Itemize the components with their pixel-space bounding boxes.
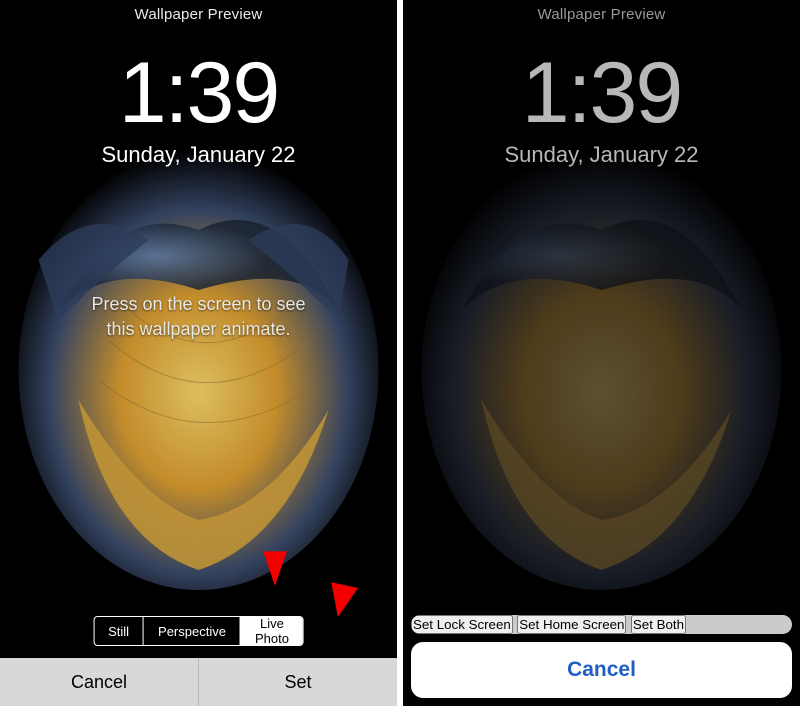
action-sheet-cancel-button[interactable]: Cancel	[411, 642, 792, 698]
segment-live-photo[interactable]: Live Photo	[240, 617, 303, 645]
segment-still[interactable]: Still	[94, 617, 143, 645]
live-photo-hint: Press on the screen to see this wallpape…	[20, 292, 377, 342]
bottom-toolbar: Cancel Set	[0, 658, 397, 706]
clock-date: Sunday, January 22	[0, 142, 397, 168]
action-sheet: Set Lock Screen Set Home Screen Set Both…	[403, 446, 800, 706]
set-button[interactable]: Set	[198, 658, 397, 706]
cancel-button[interactable]: Cancel	[0, 658, 198, 706]
hint-line-1: Press on the screen to see	[91, 294, 305, 314]
clock-date: Sunday, January 22	[403, 142, 800, 168]
clock-time: 1:39	[403, 50, 800, 136]
phone-right: Wallpaper Preview 1:39 Sunday, January 2…	[403, 0, 800, 706]
set-home-screen-button[interactable]: Set Home Screen	[517, 615, 626, 634]
set-lock-screen-button[interactable]: Set Lock Screen	[411, 615, 513, 634]
clock-time: 1:39	[0, 50, 397, 136]
header-title: Wallpaper Preview	[403, 6, 800, 23]
phone-left: Wallpaper Preview 1:39 Sunday, January 2…	[0, 0, 397, 706]
wallpaper-type-segmented[interactable]: Still Perspective Live Photo	[93, 616, 304, 646]
set-both-button[interactable]: Set Both	[631, 615, 686, 634]
lock-clock: 1:39 Sunday, January 22	[0, 50, 397, 168]
action-sheet-options: Set Lock Screen Set Home Screen Set Both	[411, 615, 792, 634]
segment-perspective[interactable]: Perspective	[143, 617, 240, 645]
header-title: Wallpaper Preview	[0, 6, 397, 23]
lock-clock: 1:39 Sunday, January 22	[403, 50, 800, 168]
hint-line-2: this wallpaper animate.	[106, 319, 290, 339]
annotation-arrow-live-photo	[255, 470, 295, 590]
